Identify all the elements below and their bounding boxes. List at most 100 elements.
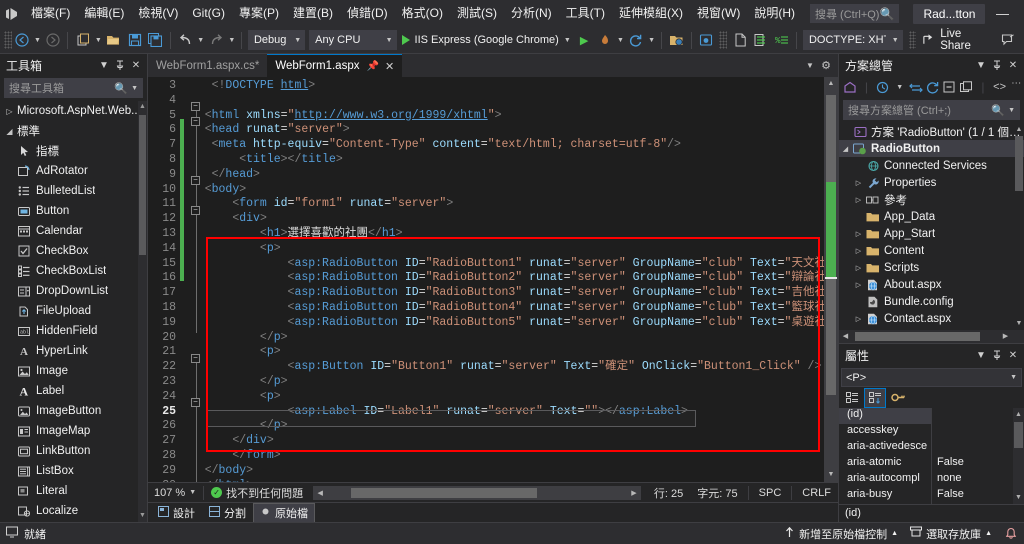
chevron-down-icon[interactable]: ▼ [802,54,818,77]
categorized-icon[interactable] [842,389,862,407]
property-row[interactable]: aria-autocompl none [839,472,1024,488]
hot-reload-icon[interactable] [595,29,616,51]
tree-node-about-aspx[interactable]: ▷ About.aspx [839,276,1024,293]
pin-icon[interactable] [989,345,1005,365]
menu-tools[interactable]: 工具(T) [559,2,612,25]
tree-node-properties[interactable]: ▷ Properties [839,174,1024,191]
toolbox-item-listbox[interactable]: ListBox [0,461,147,481]
property-value[interactable] [932,424,1024,440]
tree-node-connected-services[interactable]: Connected Services [839,157,1024,174]
solution-platform-combo[interactable]: Any CPU ▼ [309,30,397,50]
menu-git[interactable]: Git(G) [185,2,232,25]
property-row[interactable]: aria-busy False [839,488,1024,504]
chevron-down-icon[interactable]: ◢ [839,145,852,153]
property-row[interactable]: aria-atomic False [839,456,1024,472]
toolbox-item-button[interactable]: Button [0,201,147,221]
editor-vertical-scrollbar[interactable]: ▲ ▼ [824,77,838,482]
solution-scrollbar-thumb[interactable] [1015,136,1023,191]
menu-extensions[interactable]: 延伸模組(X) [612,2,690,25]
toolbox-item-image[interactable]: Image [0,361,147,381]
comment-selection-icon[interactable]: % [771,29,792,51]
toolbox-item-checkbox[interactable]: CheckBox [0,241,147,261]
refresh-icon[interactable] [626,29,647,51]
property-row[interactable]: accesskey [839,424,1024,440]
close-icon[interactable]: ✕ [1005,55,1021,75]
property-value[interactable]: False [932,488,1024,504]
chevron-right-icon[interactable]: ▷ [852,247,865,255]
toolbar-grip-3[interactable] [908,31,917,49]
property-row[interactable]: (id) [839,408,1024,424]
start-without-debugging-icon[interactable]: ▶ [574,29,595,51]
quick-launch-search-input[interactable]: 搜尋 (Ctrl+Q) 🔍 [810,4,900,23]
close-icon[interactable]: ✕ [1005,345,1021,365]
toolbox-item-multiview[interactable]: MultiView [0,521,147,522]
overflow-icon[interactable]: ⋯ [1008,78,1024,97]
tree-node-app-start[interactable]: ▷ App_Start [839,225,1024,242]
new-file-icon[interactable] [730,29,751,51]
menu-format[interactable]: 格式(O) [395,2,450,25]
scroll-up-icon[interactable]: ▲ [139,102,146,112]
restore-button[interactable]: ❐ [1019,0,1024,27]
chevron-right-icon[interactable]: ▷ [852,315,865,323]
scroll-left-icon[interactable]: ◀ [839,330,852,343]
toolbox-item-pointer[interactable]: 指標 [0,141,147,161]
toolbox-item-imagemap[interactable]: ImageMap [0,421,147,441]
toolbox-list[interactable]: ▷ Microsoft.AspNet.Web... ◢ 標準 指標 AdRota… [0,101,147,522]
scroll-down-icon[interactable]: ▼ [1015,318,1023,329]
view-button-source[interactable]: 原始檔 [253,502,315,523]
menu-analyze[interactable]: 分析(N) [504,2,559,25]
view-button-split[interactable]: 分割 [203,504,252,522]
account-button[interactable]: Rad...tton [913,3,986,24]
tree-node-contact-aspx[interactable]: ▷ Contact.aspx [839,310,1024,327]
chevron-down-icon[interactable]: ▼ [973,345,989,365]
pin-icon[interactable] [989,55,1005,75]
chevron-down-icon[interactable]: ▼ [973,55,989,75]
navigate-forward-icon[interactable] [43,29,64,51]
browse-with-icon[interactable] [666,29,687,51]
scroll-right-icon[interactable]: ▶ [999,330,1012,343]
tree-node-bundle-config[interactable]: Bundle.config [839,293,1024,310]
redo-icon[interactable] [206,29,227,51]
undo-dropdown-icon[interactable]: ▼ [196,29,206,51]
menu-debug[interactable]: 偵錯(D) [340,2,395,25]
toolbox-item-imagebutton[interactable]: ImageButton [0,401,147,421]
save-icon[interactable] [124,29,145,51]
toolbox-group-aspnet[interactable]: ▷ Microsoft.AspNet.Web... [0,101,147,121]
collapse-all-icon[interactable] [942,78,958,97]
save-all-icon[interactable] [145,29,166,51]
hscrollbar-thumb[interactable] [351,487,537,498]
property-value[interactable]: none [932,472,1024,488]
toolbox-item-hyperlink[interactable]: A HyperLink [0,341,147,361]
chevron-right-icon[interactable]: ▷ [852,281,865,289]
problems-indicator[interactable]: ✓ 找不到任何問題 [207,485,307,501]
navigate-back-dropdown-icon[interactable]: ▼ [32,29,42,51]
view-button-design[interactable]: 設計 [152,504,201,522]
solution-tree[interactable]: 方案 'RadioButton' (1 / 1 個專案 ◢ RadioButto… [839,123,1024,330]
properties-grid[interactable]: (id) accesskey aria-activedesce aria-ato… [839,408,1024,504]
redo-dropdown-icon[interactable]: ▼ [227,29,237,51]
toolbox-scrollbar[interactable]: ▲ ▼ [138,101,147,522]
property-value[interactable] [932,408,1024,424]
show-all-files-icon[interactable] [958,78,974,97]
code-text-area[interactable]: − − − − − − 3 <!DOCTYPE html> 4 5 <html … [148,77,824,482]
scroll-up-icon[interactable]: ▲ [1014,409,1023,420]
toolbox-item-literal[interactable]: Literal [0,481,147,501]
properties-scrollbar-thumb[interactable] [1014,422,1023,448]
pending-changes-icon[interactable] [875,78,891,97]
properties-scrollbar[interactable]: ▲ ▼ [1013,408,1024,504]
toolbox-item-hiddenfield[interactable]: abl HiddenField [0,321,147,341]
toolbox-item-label[interactable]: A Label [0,381,147,401]
chevron-right-icon[interactable]: ▷ [852,196,865,204]
toolbar-grip[interactable] [4,31,12,49]
new-project-icon[interactable] [72,29,93,51]
solution-horizontal-scrollbar[interactable]: ◀ ▶ [839,330,1024,343]
select-repository-button[interactable]: 選取存放庫 ▲ [910,526,992,542]
solution-explorer-search-input[interactable]: 搜尋方案總管 (Ctrl+;) 🔍 ▼ [843,100,1020,120]
tree-node-radiobutton-project[interactable]: ◢ RadioButton [839,140,1024,157]
menu-build[interactable]: 建置(B) [286,2,340,25]
menu-test[interactable]: 測試(S) [450,2,504,25]
menu-view[interactable]: 檢視(V) [131,2,185,25]
toolbox-group-standard[interactable]: ◢ 標準 [0,121,147,141]
solution-configuration-combo[interactable]: Debug ▼ [247,30,306,50]
add-to-source-control-button[interactable]: 新增至原始檔控制 ▲ [784,526,898,542]
